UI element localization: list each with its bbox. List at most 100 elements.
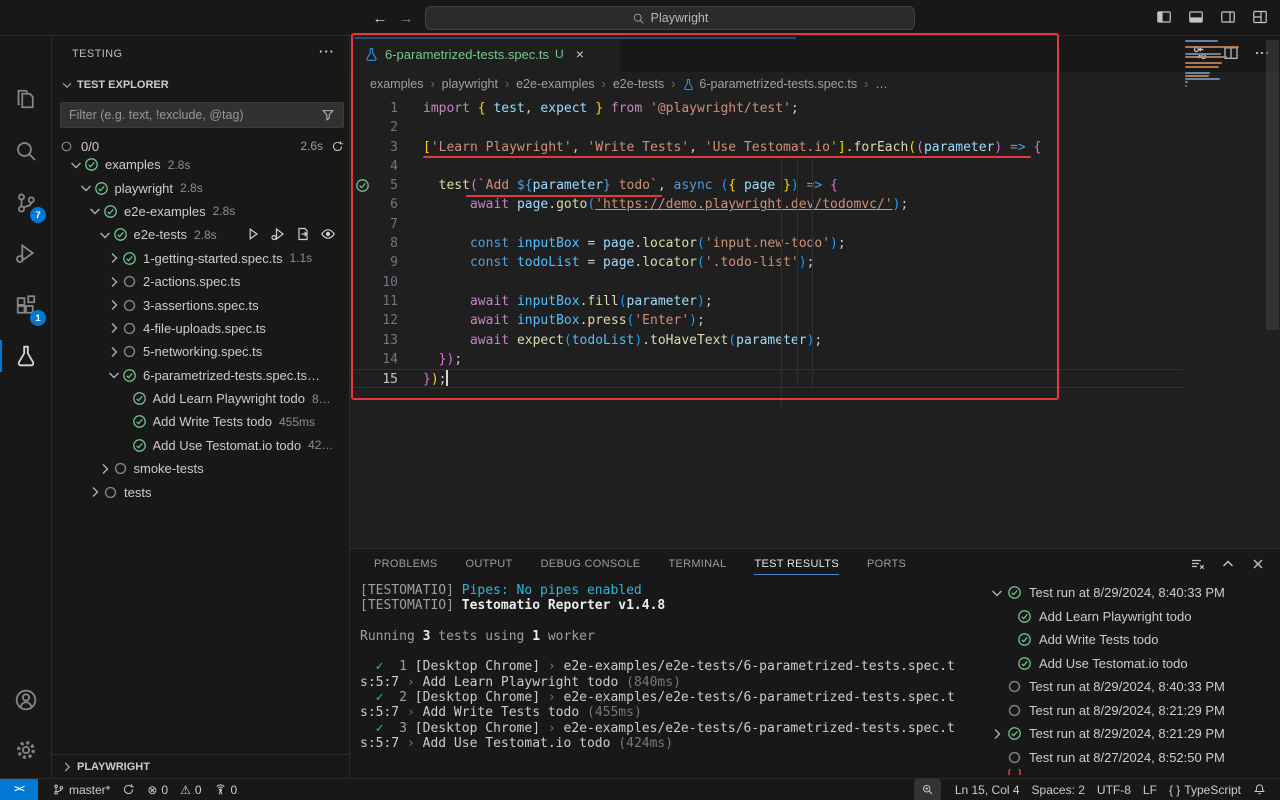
chevron-right-icon[interactable]: [106, 250, 122, 266]
playwright-section-header[interactable]: PLAYWRIGHT: [52, 754, 350, 778]
code-line-6[interactable]: 6 await page.goto('https://demo.playwrig…: [350, 195, 1183, 214]
test-tree-item[interactable]: tests: [52, 480, 350, 503]
status-sync[interactable]: [116, 779, 141, 800]
chevron-down-icon[interactable]: [78, 180, 94, 196]
nav-back-icon[interactable]: ←: [370, 8, 390, 28]
status-eol[interactable]: LF: [1137, 779, 1163, 800]
test-result-item[interactable]: Test run at 8/29/2024, 8:40:33 PM: [975, 581, 1280, 605]
panel-tab-test-results[interactable]: TEST RESULTS: [754, 549, 839, 579]
status-notifications[interactable]: [1247, 779, 1272, 800]
status-indentation[interactable]: Spaces: 2: [1026, 779, 1091, 800]
code-line-14[interactable]: 14 });: [350, 350, 1183, 369]
test-filter-input[interactable]: Filter (e.g. text, !exclude, @tag): [60, 102, 344, 128]
code-line-13[interactable]: 13 await expect(todoList).toHaveText(par…: [350, 331, 1183, 350]
layout-sidebar-left-icon[interactable]: [1156, 9, 1172, 25]
chevron-down-icon[interactable]: [87, 203, 103, 219]
chevron-down-icon[interactable]: [989, 585, 1005, 601]
nav-forward-icon[interactable]: →: [396, 8, 416, 28]
chevron-right-icon[interactable]: [106, 320, 122, 336]
test-tree-item[interactable]: playwright2.8s: [52, 176, 350, 199]
code-line-7[interactable]: 7: [350, 215, 1183, 234]
test-tree-item[interactable]: 2-actions.spec.ts: [52, 270, 350, 293]
test-tree-item[interactable]: e2e-tests2.8s: [52, 223, 350, 246]
tab-6-parametrized-tests[interactable]: 6-parametrized-tests.spec.ts U ×: [352, 36, 620, 72]
chevron-right-icon[interactable]: [97, 461, 113, 477]
breadcrumb-item[interactable]: …: [875, 77, 888, 91]
test-results-output[interactable]: [TESTOMATIO] Pipes: No pipes enabled[TES…: [360, 583, 970, 751]
panel-tab-debug-console[interactable]: DEBUG CONSOLE: [541, 549, 641, 579]
panel-tab-ports[interactable]: PORTS: [867, 549, 906, 579]
test-result-item[interactable]: [975, 769, 1280, 775]
activity-item-explorer[interactable]: [0, 75, 52, 123]
status-ports[interactable]: 0: [208, 779, 244, 800]
code-line-8[interactable]: 8 const inputBox = page.locator('input.n…: [350, 234, 1183, 253]
debug-run-icon[interactable]: [270, 226, 286, 242]
chevron-right-icon[interactable]: [106, 344, 122, 360]
activity-item-source-control[interactable]: 7: [0, 179, 52, 227]
breadcrumb-item[interactable]: e2e-tests: [613, 77, 664, 91]
clear-all-icon[interactable]: [1190, 556, 1206, 572]
layout-sidebar-right-icon[interactable]: [1220, 9, 1236, 25]
chevron-right-icon[interactable]: [989, 726, 1005, 742]
status-zoom-indicator[interactable]: [914, 779, 941, 800]
more-actions-icon[interactable]: ···: [319, 44, 335, 59]
remote-indicator[interactable]: ><: [0, 779, 38, 800]
status-encoding[interactable]: UTF-8: [1091, 779, 1137, 800]
test-tree-item[interactable]: 1-getting-started.spec.ts1.1s: [52, 247, 350, 270]
breadcrumb-item[interactable]: 6-parametrized-tests.spec.ts: [682, 77, 857, 91]
test-tree-item[interactable]: Add Write Tests todo455ms: [52, 410, 350, 433]
test-tree-item[interactable]: 3-assertions.spec.ts: [52, 293, 350, 316]
test-result-item[interactable]: Test run at 8/29/2024, 8:21:29 PM: [975, 722, 1280, 746]
test-tree-item[interactable]: 4-file-uploads.spec.ts: [52, 317, 350, 340]
gutter-test-pass-icon[interactable]: [355, 178, 370, 193]
activity-item-testing[interactable]: [0, 332, 52, 380]
refresh-icon[interactable]: [331, 140, 344, 153]
test-tree-item[interactable]: examples2.8s: [52, 153, 350, 176]
activity-item-extensions[interactable]: 1: [0, 282, 52, 330]
chevron-down-icon[interactable]: [97, 227, 113, 243]
test-tree-item[interactable]: Add Learn Playwright todo8…: [52, 387, 350, 410]
code-line-2[interactable]: 2: [350, 118, 1183, 137]
filter-icon[interactable]: [321, 108, 335, 122]
breadcrumb-item[interactable]: playwright: [442, 77, 498, 91]
test-explorer-section-header[interactable]: TEST EXPLORER: [60, 78, 169, 92]
code-line-11[interactable]: 11 await inputBox.fill(parameter);: [350, 292, 1183, 311]
test-result-item[interactable]: Test run at 8/27/2024, 8:52:50 PM: [975, 746, 1280, 770]
activity-item-search[interactable]: [0, 127, 52, 175]
test-result-item[interactable]: Add Learn Playwright todo: [975, 605, 1280, 629]
status-warnings[interactable]: ⚠0: [174, 779, 207, 800]
panel-tab-problems[interactable]: PROBLEMS: [374, 549, 438, 579]
panel-tab-output[interactable]: OUTPUT: [466, 549, 513, 579]
test-result-item[interactable]: Add Write Tests todo: [975, 628, 1280, 652]
eye-icon[interactable]: [320, 226, 336, 242]
editor-scrollbar[interactable]: [1266, 40, 1279, 330]
code-line-4[interactable]: 4: [350, 157, 1183, 176]
status-git-branch[interactable]: master*: [46, 779, 116, 800]
test-result-item[interactable]: Test run at 8/29/2024, 8:40:33 PM: [975, 675, 1280, 699]
test-result-item[interactable]: Add Use Testomat.io todo: [975, 652, 1280, 676]
code-editor[interactable]: 1import { test, expect } from '@playwrig…: [350, 99, 1183, 388]
activity-item-accounts[interactable]: [0, 676, 52, 724]
breadcrumb-item[interactable]: examples: [370, 77, 424, 91]
chevron-down-icon[interactable]: [106, 367, 122, 383]
test-tree-item[interactable]: 6-parametrized-tests.spec.ts…: [52, 364, 350, 387]
panel-tab-terminal[interactable]: TERMINAL: [668, 549, 726, 579]
status-errors[interactable]: ⊗0: [141, 779, 174, 800]
chevron-up-big-icon[interactable]: [1220, 556, 1236, 572]
status-cursor-position[interactable]: Ln 15, Col 4: [949, 779, 1026, 800]
code-line-3[interactable]: 3['Learn Playwright', 'Write Tests', 'Us…: [350, 138, 1183, 157]
test-tree-item[interactable]: 5-networking.spec.ts: [52, 340, 350, 363]
test-tree-item[interactable]: Add Use Testomat.io todo42…: [52, 434, 350, 457]
chevron-down-icon[interactable]: [68, 157, 84, 173]
test-result-item[interactable]: Test run at 8/29/2024, 8:21:29 PM: [975, 699, 1280, 723]
close-icon[interactable]: ×: [576, 46, 584, 62]
code-line-10[interactable]: 10: [350, 273, 1183, 292]
chevron-right-icon[interactable]: [106, 297, 122, 313]
close-icon[interactable]: [1250, 556, 1266, 572]
activity-item-run-and-debug[interactable]: [0, 229, 52, 277]
test-tree-item[interactable]: smoke-tests: [52, 457, 350, 480]
command-center-search[interactable]: Playwright: [425, 6, 915, 30]
minimap[interactable]: [1185, 40, 1265, 88]
code-line-1[interactable]: 1import { test, expect } from '@playwrig…: [350, 99, 1183, 118]
chevron-right-icon[interactable]: [87, 484, 103, 500]
